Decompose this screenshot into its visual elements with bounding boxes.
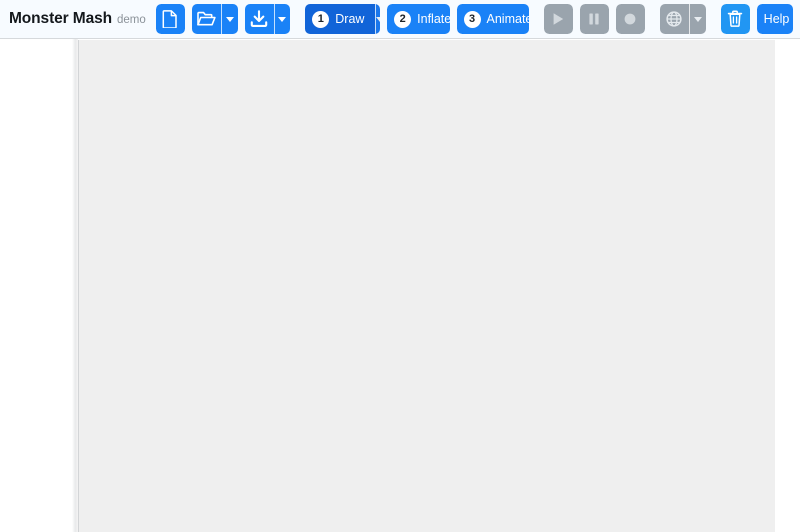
stage-draw-label: Draw xyxy=(335,11,365,26)
chevron-down-icon xyxy=(278,16,287,22)
delete-button[interactable] xyxy=(720,4,750,34)
download-icon xyxy=(250,10,268,28)
pause-button[interactable] xyxy=(579,4,609,34)
help-group: Help xyxy=(756,4,793,34)
toolbar: Monster Mash demo 1 Draw 2 Inflate 3 Ani… xyxy=(0,0,800,39)
chevron-down-icon xyxy=(693,16,702,22)
app-title: Monster Mash xyxy=(9,10,113,27)
left-gutter xyxy=(0,39,72,532)
save-file-dropdown-button[interactable] xyxy=(273,4,291,34)
delete-group xyxy=(720,4,750,34)
export-dropdown-button[interactable] xyxy=(688,4,706,34)
app-root: Monster Mash demo 1 Draw 2 Inflate 3 Ani… xyxy=(0,0,800,532)
stage-draw-group: 1 Draw xyxy=(305,4,381,34)
record-group xyxy=(615,4,645,34)
stage-animate-number: 3 xyxy=(463,10,481,28)
stage-inflate-group: 2 Inflate xyxy=(387,4,450,34)
globe-icon xyxy=(665,10,683,28)
trash-icon xyxy=(727,10,743,28)
document-icon xyxy=(162,10,178,28)
new-file-group xyxy=(155,4,185,34)
help-label: Help xyxy=(763,11,790,26)
export-group xyxy=(659,4,706,34)
play-icon xyxy=(550,11,566,27)
folder-open-icon xyxy=(197,11,216,27)
record-button[interactable] xyxy=(615,4,645,34)
stage-animate-label: Animate xyxy=(486,11,529,26)
chevron-down-icon xyxy=(225,16,234,22)
play-button[interactable] xyxy=(543,4,573,34)
stage-draw-button[interactable]: 1 Draw xyxy=(305,4,376,34)
save-file-group xyxy=(244,4,291,34)
open-file-group xyxy=(191,4,238,34)
stage-draw-dropdown-button[interactable] xyxy=(375,4,381,34)
stage-draw-number: 1 xyxy=(312,10,330,28)
open-file-dropdown-button[interactable] xyxy=(220,4,238,34)
help-button[interactable]: Help xyxy=(756,4,793,34)
open-file-button[interactable] xyxy=(191,4,221,34)
record-icon xyxy=(622,11,638,27)
export-web-button[interactable] xyxy=(659,4,689,34)
app-subtitle: demo xyxy=(117,14,146,26)
play-group xyxy=(543,4,573,34)
stage-inflate-number: 2 xyxy=(394,10,412,28)
save-file-button[interactable] xyxy=(244,4,274,34)
stage-animate-button[interactable]: 3 Animate xyxy=(456,4,529,34)
right-gutter xyxy=(775,39,800,532)
drawing-canvas[interactable] xyxy=(78,40,775,532)
stage-inflate-label: Inflate xyxy=(417,11,450,26)
workspace xyxy=(0,39,800,532)
pause-icon xyxy=(586,11,602,27)
pause-group xyxy=(579,4,609,34)
chevron-down-icon xyxy=(376,16,381,22)
app-brand: Monster Mash demo xyxy=(0,10,156,28)
stage-inflate-button[interactable]: 2 Inflate xyxy=(387,4,450,34)
stage-animate-group: 3 Animate xyxy=(456,4,529,34)
new-file-button[interactable] xyxy=(155,4,185,34)
